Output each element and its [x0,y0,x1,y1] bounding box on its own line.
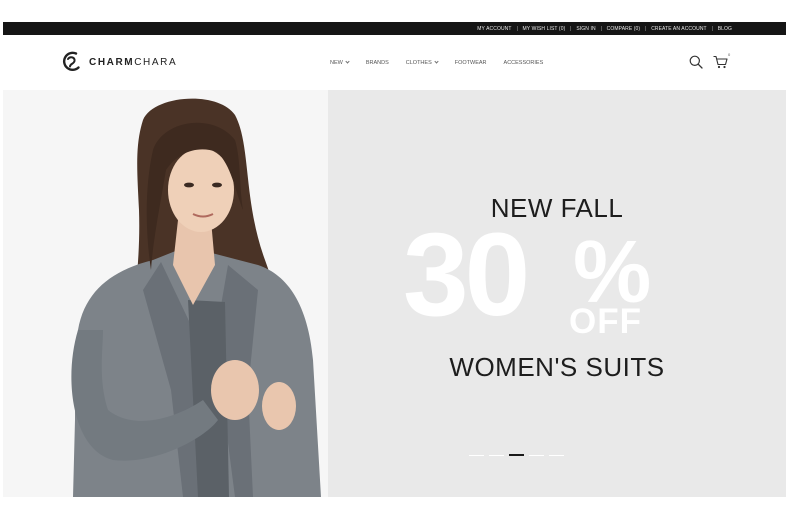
main-nav: NEW BRANDS CLOTHES FOOTWEAR ACCESSORIES [330,35,560,90]
nav-new[interactable]: NEW [330,59,350,66]
slider-dot-5[interactable] [549,454,564,456]
search-icon[interactable] [689,55,703,69]
model-photo [71,98,321,497]
logo-mark-icon [63,51,80,72]
slider-dot-3[interactable] [509,454,524,456]
cart-count-badge: 0 [728,52,731,57]
nav-brands-label: BRANDS [365,59,389,66]
top-utility-bar: MY ACCOUNT MY WISH LIST (0) SIGN IN COMP… [3,22,786,35]
blog-link[interactable]: BLOG [713,26,737,32]
hero-subheadline: WOMEN'S SUITS [449,352,665,382]
sign-in-link[interactable]: SIGN IN [571,26,600,32]
logo-text-bold: CHARM [89,56,135,68]
nav-new-label: NEW [330,59,343,66]
charmchara-logo[interactable]: CHARMCHARA [61,50,177,74]
chevron-down-icon [345,59,350,64]
my-account-link[interactable]: MY ACCOUNT [472,26,516,32]
chevron-down-icon [434,59,439,64]
discount-number: 30 [403,209,530,341]
discount-off-label: OFF [569,302,642,341]
hero-banner[interactable]: NEW FALL 30 % OFF WOMEN'S SUITS [3,90,786,497]
create-account-link[interactable]: CREATE AN ACCOUNT [646,26,712,32]
nav-accessories[interactable]: ACCESSORIES [504,60,544,66]
slider-dot-2[interactable] [489,454,504,456]
nav-brands[interactable]: BRANDS [366,60,389,66]
nav-footwear[interactable]: FOOTWEAR [455,60,487,66]
nav-accessories-label: ACCESSORIES [503,59,544,66]
logo-text-light: CHARA [134,56,178,68]
nav-footwear-label: FOOTWEAR [454,59,487,66]
logo-wordmark: CHARMCHARA [89,57,177,68]
hero-image-panel [3,90,328,497]
nav-clothes-label: CLOTHES [405,59,432,66]
site-header: CHARMCHARA NEW BRANDS CLOTHES FOOTWEAR A… [3,35,786,90]
slider-dot-1[interactable] [469,454,484,456]
compare-link[interactable]: COMPARE (0) [602,26,646,32]
hero-headline: NEW FALL [490,193,624,223]
slider-pagination [469,454,569,456]
slider-dot-4[interactable] [529,454,544,456]
wish-list-link[interactable]: MY WISH LIST (0) [518,26,571,32]
account-links: MY ACCOUNT MY WISH LIST (0) SIGN IN COMP… [472,22,737,35]
page-frame: MY ACCOUNT MY WISH LIST (0) SIGN IN COMP… [3,22,786,510]
nav-clothes[interactable]: CLOTHES [405,59,439,66]
cart-icon[interactable] [713,55,728,69]
